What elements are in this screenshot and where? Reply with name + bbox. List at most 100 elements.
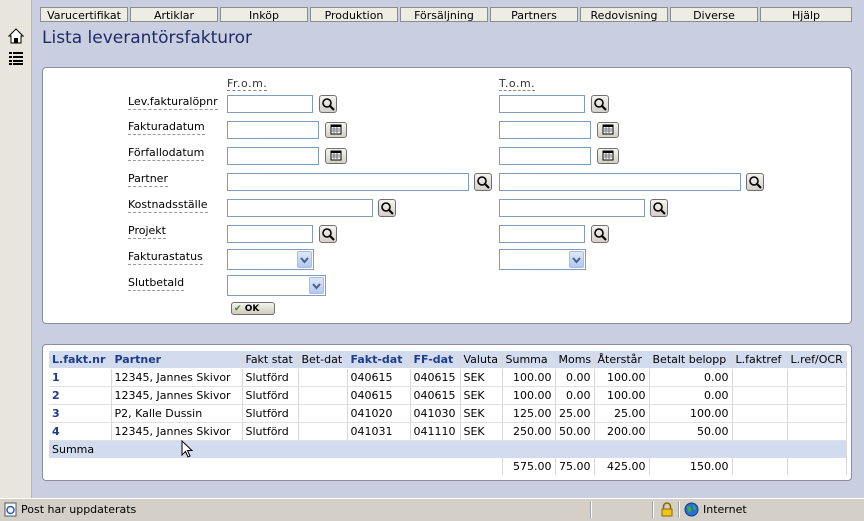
app-window: Varucertifikat Artiklar Inköp Produktion… xyxy=(0,0,864,498)
projekt-label: Projekt xyxy=(128,224,166,239)
invoice-number-link[interactable]: 2 xyxy=(49,386,112,405)
partner-from-input[interactable] xyxy=(227,173,469,191)
checkmark-icon: ✔ xyxy=(234,304,242,314)
cell-partner: P2, Kalle Dussin xyxy=(111,404,243,423)
menu-bar: Varucertifikat Artiklar Inköp Produktion… xyxy=(32,0,864,24)
cell-aterstar: 25.00 xyxy=(594,404,650,423)
cell-summa: 125.00 xyxy=(502,404,556,423)
cell-fakt-stat: Slutförd xyxy=(242,422,299,441)
levfakt-from-search-icon[interactable] xyxy=(319,95,337,113)
invoice-table: L.fakt.nr Partner Fakt stat Bet-dat Fakt… xyxy=(49,351,847,475)
levfakt-from-input[interactable] xyxy=(227,95,313,113)
fakturadatum-from-input[interactable] xyxy=(227,121,319,139)
projekt-from-input[interactable] xyxy=(227,225,313,243)
levfakt-label: Lev.fakturalöpnr xyxy=(128,95,218,110)
menu-tab-diverse[interactable]: Diverse xyxy=(670,7,758,22)
menu-tab-produktion[interactable]: Produktion xyxy=(310,7,398,22)
partner-label: Partner xyxy=(128,172,168,187)
cell-partner: 12345, Jannes Skivor xyxy=(111,422,243,441)
projekt-from-search-icon[interactable] xyxy=(319,225,337,243)
partner-to-input[interactable] xyxy=(499,173,741,191)
cell-moms: 0.00 xyxy=(555,368,595,387)
cell-bet-dat xyxy=(298,368,348,387)
projekt-to-search-icon[interactable] xyxy=(591,225,609,243)
column-header-bet-dat: Bet-dat xyxy=(298,351,348,369)
invoice-number-link[interactable]: 3 xyxy=(49,404,112,423)
menu-tab-artiklar[interactable]: Artiklar xyxy=(130,7,218,22)
levfakt-to-input[interactable] xyxy=(499,95,585,113)
left-toolbar xyxy=(0,0,32,498)
fakturadatum-from-calendar-icon[interactable] xyxy=(325,122,347,138)
fakturadatum-to-input[interactable] xyxy=(499,121,591,139)
invoice-number-link[interactable]: 1 xyxy=(49,368,112,387)
fakturastatus-to-select[interactable] xyxy=(499,249,586,270)
status-bar: Post har uppdaterats Internet xyxy=(0,498,864,521)
cell-partner: 12345, Jannes Skivor xyxy=(111,386,243,405)
menu-tab-inkop[interactable]: Inköp xyxy=(220,7,308,22)
cell-lfaktref xyxy=(732,404,788,423)
column-header-betalt-belopp: Betalt belopp xyxy=(649,351,733,369)
kostnadsstalle-from-input[interactable] xyxy=(227,199,373,217)
table-row: 2 12345, Jannes Skivor Slutförd 040615 0… xyxy=(49,386,847,405)
cell-betalt: 100.00 xyxy=(649,404,733,423)
projekt-to-input[interactable] xyxy=(499,225,585,243)
mouse-cursor-icon xyxy=(181,439,194,461)
partner-from-search-icon[interactable] xyxy=(474,173,492,191)
fakturastatus-from-select[interactable] xyxy=(227,249,314,270)
totals-row: 575.00 75.00 425.00 150.00 xyxy=(49,458,847,475)
invoice-list-panel: L.fakt.nr Partner Fakt stat Bet-dat Fakt… xyxy=(42,344,852,481)
menu-tab-redovisning[interactable]: Redovisning xyxy=(580,7,668,22)
total-betalt: 150.00 xyxy=(649,458,733,475)
chevron-down-icon[interactable] xyxy=(297,251,312,268)
cell-partner: 12345, Jannes Skivor xyxy=(111,368,243,387)
zone-text: Internet xyxy=(703,503,747,516)
menu-tab-forsaljning[interactable]: Försäljning xyxy=(400,7,488,22)
forfallodatum-from-calendar-icon[interactable] xyxy=(325,148,347,164)
cell-lfaktref xyxy=(732,422,788,441)
column-header-moms: Moms xyxy=(555,351,595,369)
cell-valuta: SEK xyxy=(460,386,503,405)
column-header-lfaktnr[interactable]: L.fakt.nr xyxy=(49,351,112,369)
chevron-down-icon[interactable] xyxy=(309,277,324,294)
forfallodatum-to-calendar-icon[interactable] xyxy=(597,148,619,164)
fakturadatum-label: Fakturadatum xyxy=(128,120,205,135)
kostnadsstalle-from-search-icon[interactable] xyxy=(378,199,396,217)
cell-bet-dat xyxy=(298,422,348,441)
fakturadatum-to-calendar-icon[interactable] xyxy=(597,122,619,138)
cell-fakt-stat: Slutförd xyxy=(242,386,299,405)
kostnadsstalle-to-input[interactable] xyxy=(499,199,645,217)
partner-to-search-icon[interactable] xyxy=(746,173,764,191)
column-header-aterstar: Återstår xyxy=(594,351,650,369)
cell-fakt-dat: 041031 xyxy=(347,422,411,441)
table-header-row: L.fakt.nr Partner Fakt stat Bet-dat Fakt… xyxy=(49,351,847,369)
home-icon[interactable] xyxy=(7,28,25,44)
column-header-fakt-dat[interactable]: Fakt-dat xyxy=(347,351,411,369)
column-header-lref-ocr: L.ref/OCR xyxy=(787,351,847,369)
cell-ff-dat: 040615 xyxy=(410,368,461,387)
menu-tab-varucertifikat[interactable]: Varucertifikat xyxy=(40,7,128,22)
chevron-down-icon[interactable] xyxy=(569,251,584,268)
cell-summa: 100.00 xyxy=(502,368,556,387)
list-icon[interactable] xyxy=(8,50,24,66)
column-header-partner[interactable]: Partner xyxy=(111,351,243,369)
ok-button[interactable]: ✔ OK xyxy=(231,302,275,315)
cell-fakt-dat: 041020 xyxy=(347,404,411,423)
table-row: 4 12345, Jannes Skivor Slutförd 041031 0… xyxy=(49,422,847,441)
status-separator xyxy=(652,501,654,518)
column-header-ff-dat[interactable]: FF-dat xyxy=(410,351,461,369)
page-title: Lista leverantörsfakturor xyxy=(42,28,253,48)
main-area: Varucertifikat Artiklar Inköp Produktion… xyxy=(32,0,864,498)
forfallodatum-from-input[interactable] xyxy=(227,147,319,165)
status-separator xyxy=(678,501,680,518)
levfakt-to-search-icon[interactable] xyxy=(591,95,609,113)
cell-moms: 50.00 xyxy=(555,422,595,441)
kostnadsstalle-to-search-icon[interactable] xyxy=(650,199,668,217)
invoice-number-link[interactable]: 4 xyxy=(49,422,112,441)
menu-tab-partners[interactable]: Partners xyxy=(490,7,578,22)
summa-label: Summa xyxy=(49,440,847,458)
totals-spacer xyxy=(49,458,503,475)
column-header-valuta: Valuta xyxy=(460,351,503,369)
forfallodatum-to-input[interactable] xyxy=(499,147,591,165)
slutbetald-select[interactable] xyxy=(227,275,326,296)
menu-tab-hjalp[interactable]: Hjälp xyxy=(760,7,852,22)
